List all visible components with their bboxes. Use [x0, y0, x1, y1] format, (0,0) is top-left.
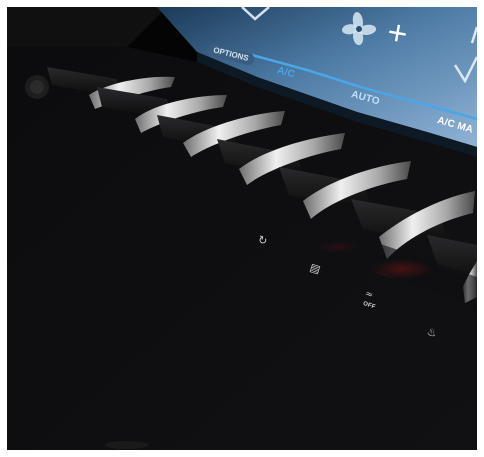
car-climate-panel-photo: OPTIONS A/C AUTO A/C MA + ↻ ▤ ≈ OFF ♨: [7, 7, 477, 450]
photo-background: [7, 7, 477, 450]
